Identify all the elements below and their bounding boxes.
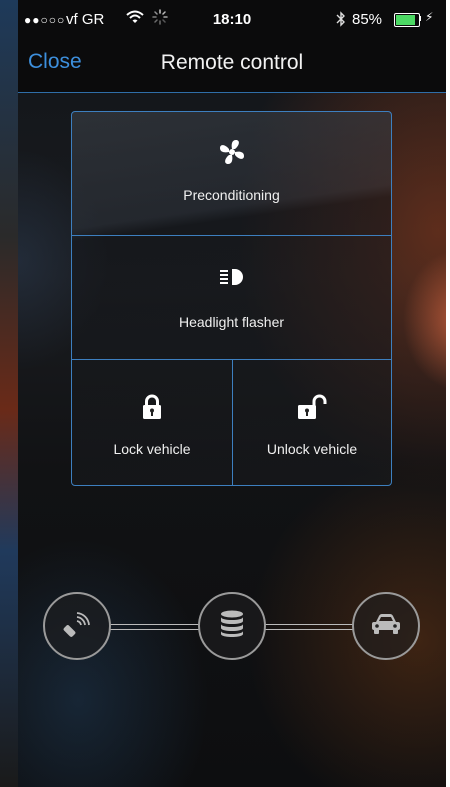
preconditioning-button[interactable]: Preconditioning (72, 112, 391, 236)
app-screen: ●●○○○ vf GR 18:10 85% ⚡ Close Remote con… (18, 0, 446, 787)
status-bar: ●●○○○ vf GR 18:10 85% ⚡ (18, 0, 446, 40)
lock-icon (72, 394, 232, 420)
headlight-icon (72, 268, 391, 286)
server-icon (220, 610, 244, 643)
remote-key-node (43, 592, 111, 660)
battery-icon (394, 13, 420, 27)
car-icon (370, 613, 402, 640)
navigation-bar: Close Remote control (18, 40, 446, 93)
background-edge (0, 0, 18, 787)
unlock-vehicle-button[interactable]: Unlock vehicle (233, 360, 391, 485)
page-title: Remote control (160, 51, 304, 74)
server-node (198, 592, 266, 660)
unlock-icon (233, 394, 391, 420)
remote-key-icon (63, 610, 91, 643)
bluetooth-icon (336, 11, 346, 31)
headlight-flasher-button[interactable]: Headlight flasher (72, 236, 391, 360)
lock-vehicle-label: Lock vehicle (113, 441, 191, 457)
charging-icon: ⚡ (425, 10, 434, 24)
fan-icon (72, 138, 391, 166)
remote-control-panel: Preconditioning Headlight flasher Lock v… (71, 111, 392, 486)
connection-line (110, 624, 200, 630)
battery-percentage: 85% (352, 11, 383, 28)
unlock-vehicle-label: Unlock vehicle (266, 441, 358, 457)
preconditioning-label: Preconditioning (183, 187, 280, 203)
car-node (352, 592, 420, 660)
battery-tip (419, 16, 421, 21)
headlight-flasher-label: Headlight flasher (178, 314, 285, 330)
connection-line (264, 624, 354, 630)
lock-vehicle-button[interactable]: Lock vehicle (72, 360, 233, 485)
